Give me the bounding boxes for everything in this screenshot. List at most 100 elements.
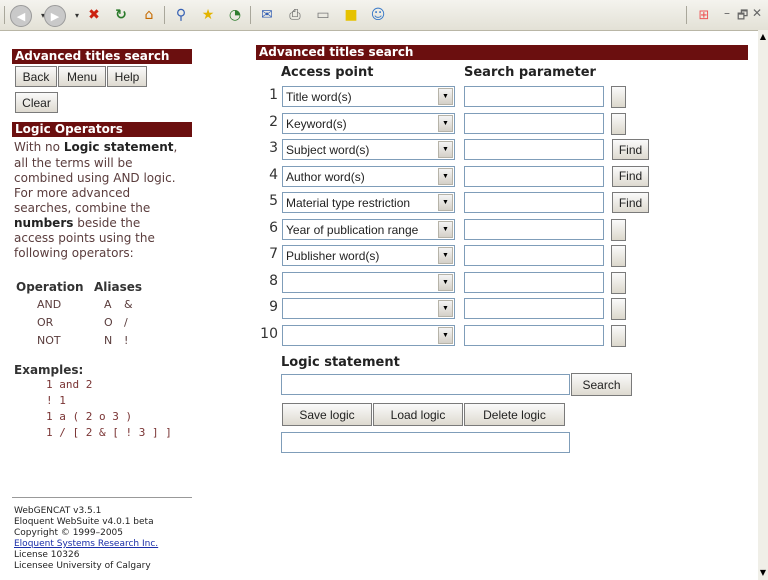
- access-point-value: Year of publication range: [286, 222, 419, 237]
- footer-copyright: Copyright © 1999–2005: [14, 528, 124, 538]
- row-action-button[interactable]: [611, 324, 626, 347]
- example-line: 1 a ( 2 o 3 ): [46, 410, 133, 423]
- intro-line: numbers beside the: [14, 216, 141, 230]
- messenger-icon[interactable]: ☺: [368, 5, 388, 25]
- search-button[interactable]: Search: [571, 373, 632, 396]
- operator-alias: N: [104, 334, 113, 347]
- scroll-down-icon[interactable]: ▼: [758, 568, 768, 578]
- edit-icon[interactable]: ▭: [313, 5, 333, 25]
- intro-line: all the terms will be: [14, 156, 133, 170]
- footer-company-link[interactable]: Eloquent Systems Research Inc.: [14, 539, 158, 550]
- chevron-down-icon[interactable]: ▼: [438, 220, 453, 238]
- chevron-down-icon[interactable]: ▼: [438, 167, 453, 185]
- scroll-up-icon[interactable]: ▲: [758, 32, 768, 42]
- search-parameter-input[interactable]: [464, 218, 604, 240]
- access-point-select[interactable]: ▼: [282, 298, 455, 319]
- restore-icon[interactable]: 🗗: [737, 6, 748, 27]
- find-button[interactable]: Find: [612, 139, 649, 160]
- chevron-down-icon[interactable]: ▼: [438, 88, 453, 105]
- menu-button[interactable]: Menu: [58, 66, 106, 87]
- search-parameter-input[interactable]: [464, 271, 604, 293]
- intro-line: access points using the: [14, 231, 155, 245]
- chevron-down-icon[interactable]: ▼: [438, 326, 453, 344]
- row-action-button[interactable]: [611, 112, 626, 135]
- vertical-scrollbar[interactable]: ▲ ▼: [758, 30, 768, 580]
- row-action-button[interactable]: [611, 86, 626, 108]
- footer-divider: [12, 497, 192, 498]
- access-point-value: Subject word(s): [286, 143, 370, 157]
- access-point-select[interactable]: Subject word(s) ▼: [282, 139, 455, 160]
- row-action-button[interactable]: [611, 271, 626, 294]
- access-point-header: Access point: [281, 65, 374, 80]
- find-button[interactable]: Find: [612, 192, 649, 213]
- aliases-header: Aliases: [94, 280, 143, 294]
- search-parameter-input[interactable]: [464, 192, 604, 213]
- logic-statement-input[interactable]: [281, 374, 570, 395]
- windows-logo-icon: ⊞: [698, 7, 710, 23]
- access-point-select[interactable]: Material type restriction ▼: [282, 192, 455, 213]
- note-icon[interactable]: ■: [341, 5, 361, 25]
- print-icon[interactable]: ⎙: [285, 5, 305, 25]
- search-parameter-input[interactable]: [464, 139, 604, 160]
- delete-logic-button[interactable]: Delete logic: [464, 403, 565, 426]
- access-point-select[interactable]: Keyword(s) ▼: [282, 112, 455, 134]
- row-number: 2: [269, 113, 278, 130]
- intro-line: searches, combine the: [14, 201, 151, 215]
- logic-name-input[interactable]: [281, 432, 570, 453]
- stop-icon[interactable]: ✖: [84, 5, 104, 25]
- history-icon[interactable]: ◔: [225, 5, 245, 25]
- row-action-button[interactable]: [611, 298, 626, 320]
- access-point-select[interactable]: Publisher word(s) ▼: [282, 245, 455, 266]
- access-point-select[interactable]: ▼: [282, 271, 455, 293]
- forward-icon[interactable]: ▶: [44, 5, 66, 27]
- access-point-value: Author word(s): [286, 169, 365, 184]
- chevron-down-icon[interactable]: ▼: [438, 114, 453, 132]
- back-icon[interactable]: ◀: [10, 5, 32, 27]
- operation-header: Operation: [16, 280, 84, 294]
- find-button[interactable]: Find: [612, 165, 649, 187]
- minimize-icon[interactable]: –: [724, 6, 730, 20]
- row-action-button[interactable]: [611, 218, 626, 241]
- access-point-select[interactable]: Title word(s) ▼: [282, 86, 455, 107]
- row-number: 4: [269, 166, 278, 183]
- search-parameter-input[interactable]: [464, 165, 604, 187]
- search-parameter-input[interactable]: [464, 324, 604, 346]
- chevron-down-icon[interactable]: ▼: [438, 141, 453, 158]
- refresh-icon[interactable]: ↻: [111, 5, 131, 25]
- load-logic-button[interactable]: Load logic: [373, 403, 463, 426]
- search-parameter-input[interactable]: [464, 245, 604, 266]
- chevron-down-icon[interactable]: ▼: [438, 273, 453, 291]
- row-number: 8: [269, 272, 278, 289]
- access-point-value: Title word(s): [286, 90, 352, 104]
- chevron-down-icon[interactable]: ▼: [438, 247, 453, 264]
- help-button[interactable]: Help: [107, 66, 147, 87]
- close-icon[interactable]: ✕: [752, 6, 762, 20]
- example-line: 1 / [ 2 & [ ! 3 ] ]: [46, 426, 172, 439]
- row-number: 3: [269, 140, 278, 156]
- chevron-down-icon[interactable]: ▼: [438, 194, 453, 211]
- back-button[interactable]: Back: [15, 66, 57, 87]
- search-parameter-input[interactable]: [464, 112, 604, 134]
- home-icon[interactable]: ⌂: [139, 5, 159, 25]
- search-parameter-input[interactable]: [464, 298, 604, 319]
- operator-name: NOT: [37, 334, 61, 347]
- favorites-icon[interactable]: ★: [198, 5, 218, 25]
- search-parameter-input[interactable]: [464, 86, 604, 107]
- search-icon[interactable]: ⚲: [171, 5, 191, 25]
- access-point-value: Material type restriction: [286, 196, 411, 210]
- chevron-down-icon[interactable]: ▼: [438, 300, 453, 317]
- clear-button[interactable]: Clear: [15, 92, 58, 113]
- save-logic-button[interactable]: Save logic: [282, 403, 372, 426]
- mail-icon[interactable]: ✉: [257, 5, 277, 25]
- access-point-select[interactable]: Year of publication range ▼: [282, 218, 455, 240]
- main-header: Advanced titles search: [256, 45, 748, 60]
- row-number: 1: [269, 87, 278, 103]
- intro-line: combined using AND logic.: [14, 171, 176, 185]
- example-line: ! 1: [46, 394, 66, 407]
- access-point-select[interactable]: ▼: [282, 324, 455, 346]
- operator-alias: /: [124, 316, 128, 329]
- access-point-select[interactable]: Author word(s) ▼: [282, 165, 455, 187]
- row-action-button[interactable]: [611, 245, 626, 267]
- toolbar-separator: [4, 6, 5, 24]
- row-number: 5: [269, 193, 278, 209]
